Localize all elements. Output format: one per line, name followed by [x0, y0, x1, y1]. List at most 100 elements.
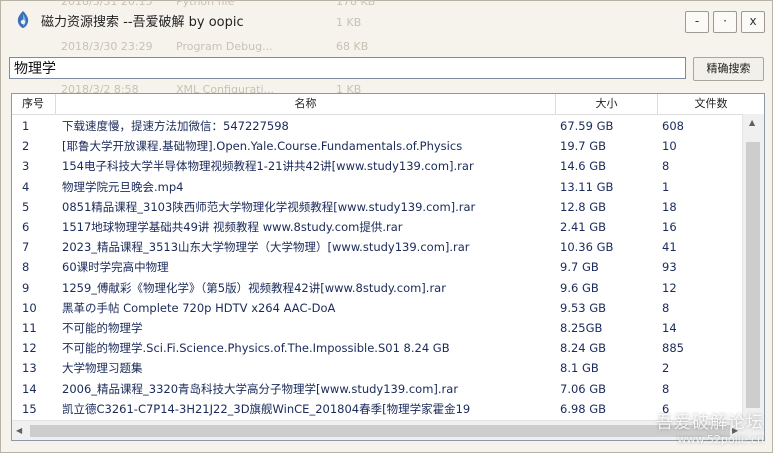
results-table[interactable]: 序号 名称 大小 文件数 1 下载速度慢，提速方法加微信：547227598 67.… [11, 93, 765, 441]
table-header: 序号 名称 大小 文件数 [12, 94, 764, 115]
cell-name: 物理学院元旦晚会.mp4 [62, 179, 184, 194]
background-text: 178 KB [336, 0, 376, 8]
maximize-button[interactable]: · [713, 11, 737, 33]
background-text: 2018/3/31 20:15 [61, 0, 153, 8]
table-row[interactable]: 5 0851精品课程_3103陕西师范大学物理化学视频教程[www.study13… [12, 197, 742, 217]
watermark: 吾爱破解论坛 www.52pojie.cn [656, 408, 764, 446]
cell-size: 2.41 GB [560, 220, 607, 234]
window-title: 磁力资源搜索 --吾爱破解 by oopic [41, 15, 244, 30]
cell-name: 1259_傅献彩《物理化学》（第5版）视频教程42讲[www.8study.co… [62, 280, 446, 295]
column-header-name[interactable]: 名称 [56, 94, 556, 114]
cell-file-count: 14 [662, 321, 677, 335]
background-text: Python file [176, 0, 235, 8]
cell-name: 0851精品课程_3103陕西师范大学物理化学视频教程[www.study139… [62, 199, 476, 214]
cell-number: 4 [22, 179, 30, 194]
column-header-size[interactable]: 大小 [556, 94, 658, 114]
cell-file-count: 12 [662, 280, 677, 295]
table-row[interactable]: 15 凯立德C3261-C7P14-3H21J22_3D旗舰WinCE_20180… [12, 399, 742, 419]
column-header-count[interactable]: 文件数 [658, 94, 764, 114]
watermark-url: www.52pojie.cn [677, 433, 764, 446]
scroll-left-icon[interactable]: ◀ [16, 426, 22, 435]
cell-size: 14.6 GB [560, 159, 607, 174]
cell-name: 下载速度慢，提速方法加微信：547227598 [62, 119, 289, 133]
table-row[interactable]: 2 [耶鲁大学开放课程.基础物理].Open.Yale.Course.Fundam… [12, 136, 742, 156]
background-text: 1 KB [336, 16, 362, 29]
cell-size: 19.7 GB [560, 139, 607, 154]
cell-name: 1517地球物理学基础共49讲 视频教程 www.8study.com提供.ra… [62, 220, 403, 234]
vertical-scroll-thumb[interactable] [746, 142, 760, 408]
scroll-up-icon[interactable]: ▲ [749, 118, 755, 127]
cell-file-count: 18 [662, 199, 677, 214]
background-text: 68 KB [336, 40, 369, 53]
cell-file-count: 2 [662, 361, 670, 376]
cell-number: 9 [22, 280, 30, 295]
cell-name: 60课时学完高中物理 [62, 260, 169, 275]
cell-file-count: 8 [662, 159, 670, 174]
table-row[interactable]: 12 不可能的物理学.Sci.Fi.Science.Physics.of.The.… [12, 338, 742, 358]
cell-size: 67.59 GB [560, 119, 614, 133]
cell-number: 5 [22, 199, 30, 214]
watermark-title: 吾爱破解论坛 [656, 413, 764, 433]
cell-file-count: 41 [662, 240, 677, 255]
cell-name: 2006_精品课程_3320青岛科技大学高分子物理学[www.study139.… [62, 381, 459, 396]
cell-file-count: 93 [662, 260, 677, 275]
cell-number: 6 [22, 220, 30, 234]
minimize-button[interactable]: - [685, 11, 709, 33]
cell-size: 10.36 GB [560, 240, 614, 255]
title-bar[interactable]: 2018/3/31 20:15 Python file 178 KB 1 KB … [1, 0, 772, 41]
cell-number: 3 [22, 159, 30, 174]
cell-number: 15 [22, 401, 37, 416]
cell-name: 不可能的物理学 [62, 321, 143, 335]
cell-number: 10 [22, 300, 37, 315]
cell-size: 9.7 GB [560, 260, 599, 275]
magnet-search-icon [17, 11, 29, 28]
table-row[interactable]: 8 60课时学完高中物理 9.7 GB 93 [12, 257, 742, 277]
table-row[interactable]: 13 大学物理习题集 8.1 GB 2 [12, 358, 742, 378]
app-window: 2018/3/31 20:15 Python file 178 KB 1 KB … [0, 0, 773, 453]
cell-name: 不可能的物理学.Sci.Fi.Science.Physics.of.The.Im… [62, 341, 450, 356]
cell-file-count: 16 [662, 220, 677, 234]
table-row[interactable]: 7 2023_精品课程_3513山东大学物理学（大学物理）[www.study13… [12, 237, 742, 257]
cell-size: 9.6 GB [560, 280, 599, 295]
cell-name: 2023_精品课程_3513山东大学物理学（大学物理）[www.study139… [62, 240, 470, 255]
vertical-scrollbar[interactable]: ▲ [742, 114, 764, 420]
cell-number: 7 [22, 240, 30, 255]
cell-number: 2 [22, 139, 30, 154]
horizontal-scroll-thumb[interactable] [30, 425, 730, 437]
cell-number: 12 [22, 341, 37, 356]
cell-size: 13.11 GB [560, 179, 614, 194]
cell-name: 凯立德C3261-C7P14-3H21J22_3D旗舰WinCE_201804春… [62, 401, 471, 416]
table-row[interactable]: 10 黑革の手帖 Complete 720p HDTV x264 AAC-DoA 9… [12, 298, 742, 318]
search-input[interactable] [9, 57, 686, 79]
cell-size: 8.1 GB [560, 361, 599, 376]
close-button[interactable]: x [741, 11, 765, 33]
table-row[interactable]: 14 2006_精品课程_3320青岛科技大学高分子物理学[www.study13… [12, 379, 742, 399]
cell-size: 9.53 GB [560, 300, 607, 315]
cell-number: 13 [22, 361, 37, 376]
background-text: Program Debug... [176, 40, 273, 53]
horizontal-scrollbar[interactable]: ◀ ▶ [12, 420, 742, 440]
cell-number: 8 [22, 260, 30, 275]
cell-file-count: 608 [662, 119, 684, 133]
cell-number: 1 [22, 119, 30, 133]
table-row[interactable]: 1 下载速度慢，提速方法加微信：547227598 67.59 GB 608 [12, 116, 742, 136]
cell-size: 8.25GB [560, 321, 603, 335]
cell-size: 6.98 GB [560, 401, 607, 416]
cell-size: 7.06 GB [560, 381, 607, 396]
table-row[interactable]: 4 物理学院元旦晚会.mp4 13.11 GB 1 [12, 177, 742, 197]
cell-file-count: 10 [662, 139, 677, 154]
table-row[interactable]: 9 1259_傅献彩《物理化学》（第5版）视频教程42讲[www.8study.c… [12, 278, 742, 298]
cell-size: 12.8 GB [560, 199, 607, 214]
column-header-num[interactable]: 序号 [12, 94, 56, 114]
background-text: 2018/3/30 23:29 [61, 40, 153, 53]
cell-file-count: 8 [662, 381, 670, 396]
table-row[interactable]: 3 154电子科技大学半导体物理视频教程1-21讲共42讲[www.study13… [12, 156, 742, 176]
table-row[interactable]: 6 1517地球物理学基础共49讲 视频教程 www.8study.com提供.r… [12, 217, 742, 237]
cell-name: 黑革の手帖 Complete 720p HDTV x264 AAC-DoA [62, 300, 336, 315]
cell-file-count: 1 [662, 179, 670, 194]
cell-name: 154电子科技大学半导体物理视频教程1-21讲共42讲[www.study139… [62, 159, 474, 174]
table-row[interactable]: 11 不可能的物理学 8.25GB 14 [12, 318, 742, 338]
cell-number: 14 [22, 381, 37, 396]
exact-search-button[interactable]: 精确搜索 [693, 57, 764, 81]
cell-size: 8.24 GB [560, 341, 607, 356]
